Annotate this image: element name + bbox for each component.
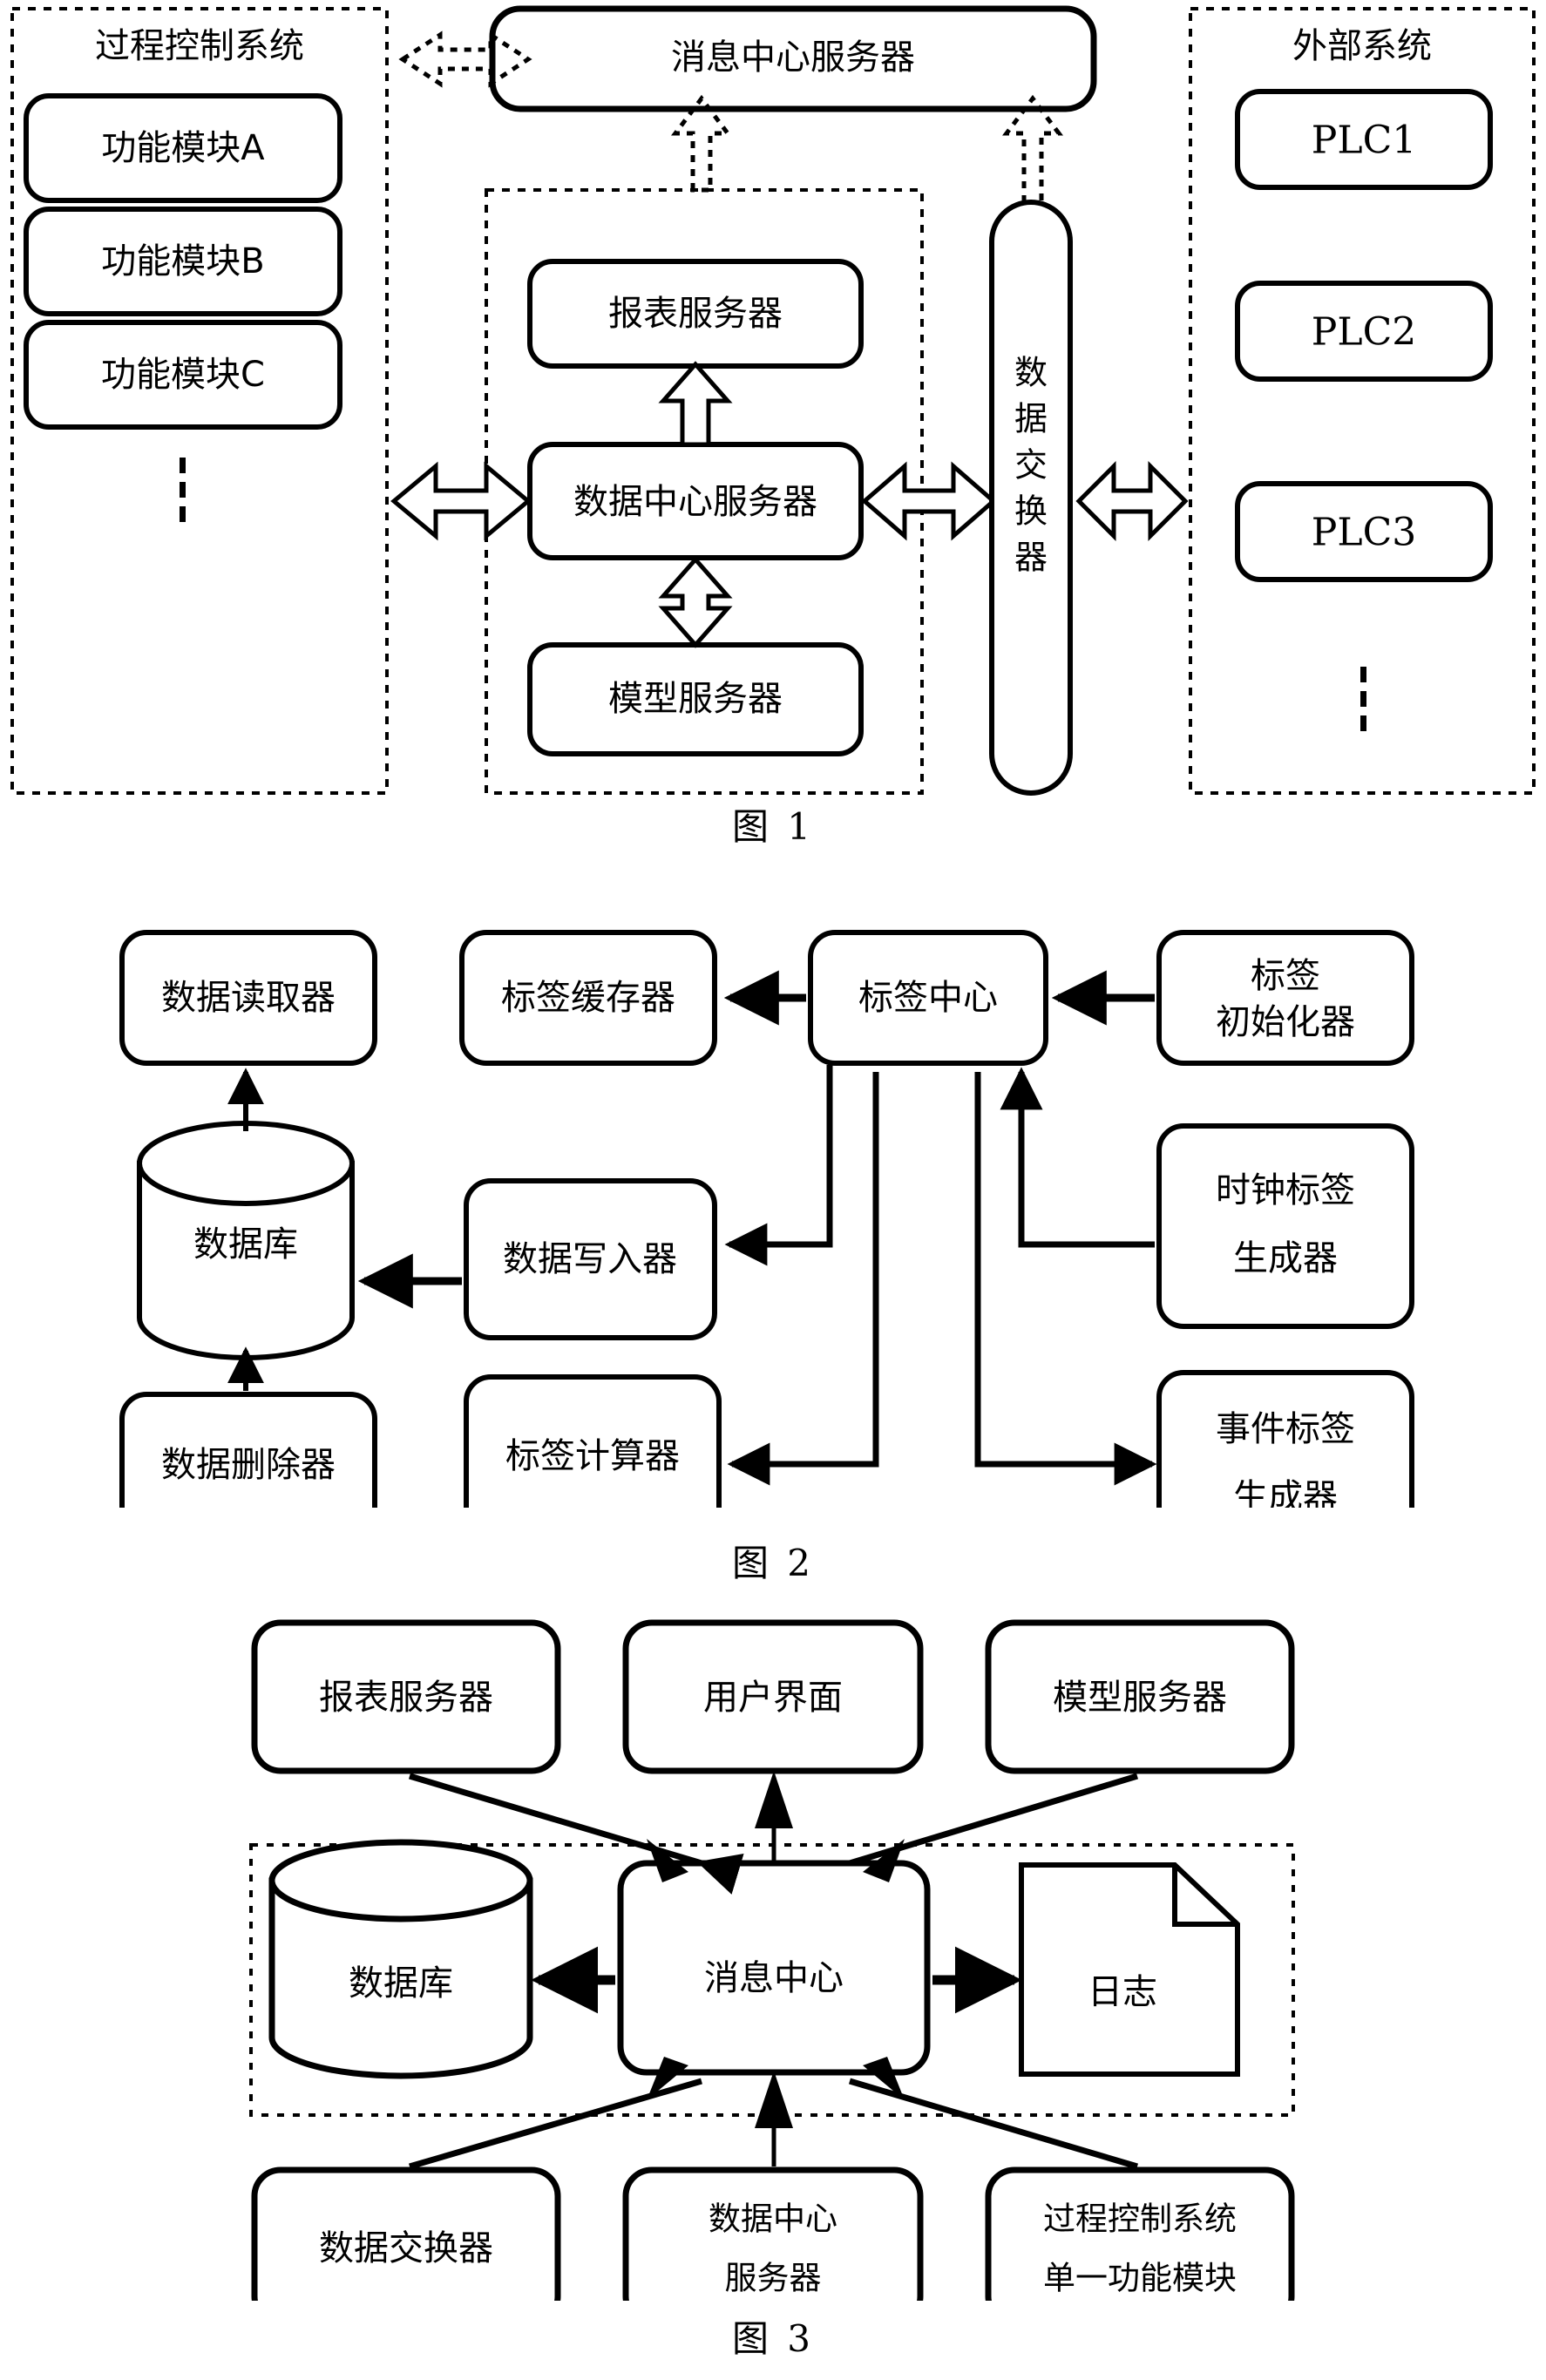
node-data-center-server-label: 数据中心服务器 [573,482,817,522]
arrow-datacenter-to-model [658,556,733,648]
group-external-system-title: 外部系统 [1292,26,1432,66]
node-log [1019,1862,1240,2077]
node-data-reader-label: 数据读取器 [161,978,336,1018]
node-data-deleter-label: 数据删除器 [161,1445,336,1485]
arrow-dataexchanger-to-messagecenter [409,2078,702,2170]
node-report-server-label: 报表服务器 [319,1678,493,1718]
arrow-exchanger-to-external [1075,460,1189,542]
node-data-exchanger-label: 数据交换器 [319,2228,493,2268]
node-clock-tag-generator [1156,1123,1414,1329]
group-process-control-system-title: 过程控制系统 [95,26,304,66]
arrow-tagcenter-to-eventtag [974,1072,1157,1486]
figure-1: 过程控制系统 功能模块A 功能模块B 功能模块C 消息中心服务器 报表服务器 数… [10,5,1536,796]
node-report-server-label: 报表服务器 [608,294,783,334]
svg-text:器: 器 [1014,539,1048,577]
figure-3: 报表服务器 用户界面 模型服务器 数据库 消息中心 日志 数据交换器 数据中心 … [249,1619,1295,2301]
node-model-server-label: 模型服务器 [608,679,783,719]
arrow-tagcenter-to-datawriter [724,1065,833,1266]
node-user-interface-label: 用户界面 [703,1678,843,1718]
arrow-datacenter-to-report [658,361,733,447]
node-clock-tag-generator-line2: 生成器 [1233,1238,1338,1278]
arrow-exchanger-to-message-center [1002,94,1063,205]
node-tag-initializer-line1: 标签 [1251,956,1320,996]
node-event-tag-generator-line2: 生成器 [1233,1477,1338,1508]
node-function-module-b-label: 功能模块B [101,241,264,281]
node-clock-tag-generator-line1: 时钟标签 [1216,1170,1355,1210]
node-plc1-label: PLC1 [1312,119,1416,163]
node-tag-center-label: 标签中心 [858,978,998,1018]
node-function-module-c-label: 功能模块C [101,355,265,395]
node-plc3-label: PLC3 [1312,511,1416,555]
node-model-server-label: 模型服务器 [1053,1678,1227,1718]
node-pcs-single-module-line1: 过程控制系统 [1043,2200,1237,2238]
arrow-pcs-to-datacenter [390,461,532,541]
node-tag-initializer [1156,930,1414,1066]
node-plc2-label: PLC2 [1312,310,1416,355]
node-function-module-a-label: 功能模块A [101,128,265,168]
node-message-center-server-label: 消息中心服务器 [671,37,915,78]
node-data-writer-label: 数据写入器 [503,1239,677,1279]
figure-3-caption: 图 3 [731,2317,815,2360]
node-database [268,1839,533,2079]
node-tag-cache-label: 标签缓存器 [501,978,675,1018]
arrow-tagcenter-to-tagcalculator [727,1072,879,1486]
node-data-exchanger-label: 数 据 交 换 器 [1014,354,1048,577]
arrow-userinterface-head [755,1771,793,1828]
node-database-label: 数据库 [349,1963,453,2004]
node-event-tag-generator-line1: 事件标签 [1216,1409,1355,1449]
node-tag-calculator-label: 标签计算器 [505,1436,680,1476]
arrow-datacenterserver-head [755,2071,793,2128]
external-ellipsis [1360,667,1366,731]
arrow-datacenter-to-message-center [671,94,732,193]
arrow-datacenter-to-exchanger [861,461,997,541]
node-tag-initializer-line2: 初始化器 [1216,1002,1355,1042]
node-log-label: 日志 [1088,1972,1157,2012]
svg-text:换: 换 [1014,492,1048,531]
node-data-center-server-line2: 服务器 [725,2260,822,2297]
patent-figure-sheet: 过程控制系统 功能模块A 功能模块B 功能模块C 消息中心服务器 报表服务器 数… [0,0,1546,2380]
node-data-center-server-line1: 数据中心 [709,2200,837,2238]
arrow-pcssinglemodule-to-messagecenter [849,2078,1138,2170]
svg-text:数: 数 [1014,354,1048,392]
figure-2: 数据读取器 标签缓存器 标签中心 标签 初始化器 数据库 数据写入器 时钟标签 … [119,930,1414,1508]
figure-1-caption: 图 1 [731,805,815,848]
svg-text:交: 交 [1014,446,1048,485]
node-database-label: 数据库 [193,1224,298,1265]
node-message-center-label: 消息中心 [704,1958,844,1998]
pcs-ellipsis [180,458,186,522]
arrow-clocktag-to-tagcenter [1000,1067,1155,1248]
node-pcs-single-module-line2: 单一功能模块 [1043,2260,1237,2297]
svg-text:据: 据 [1014,400,1048,438]
